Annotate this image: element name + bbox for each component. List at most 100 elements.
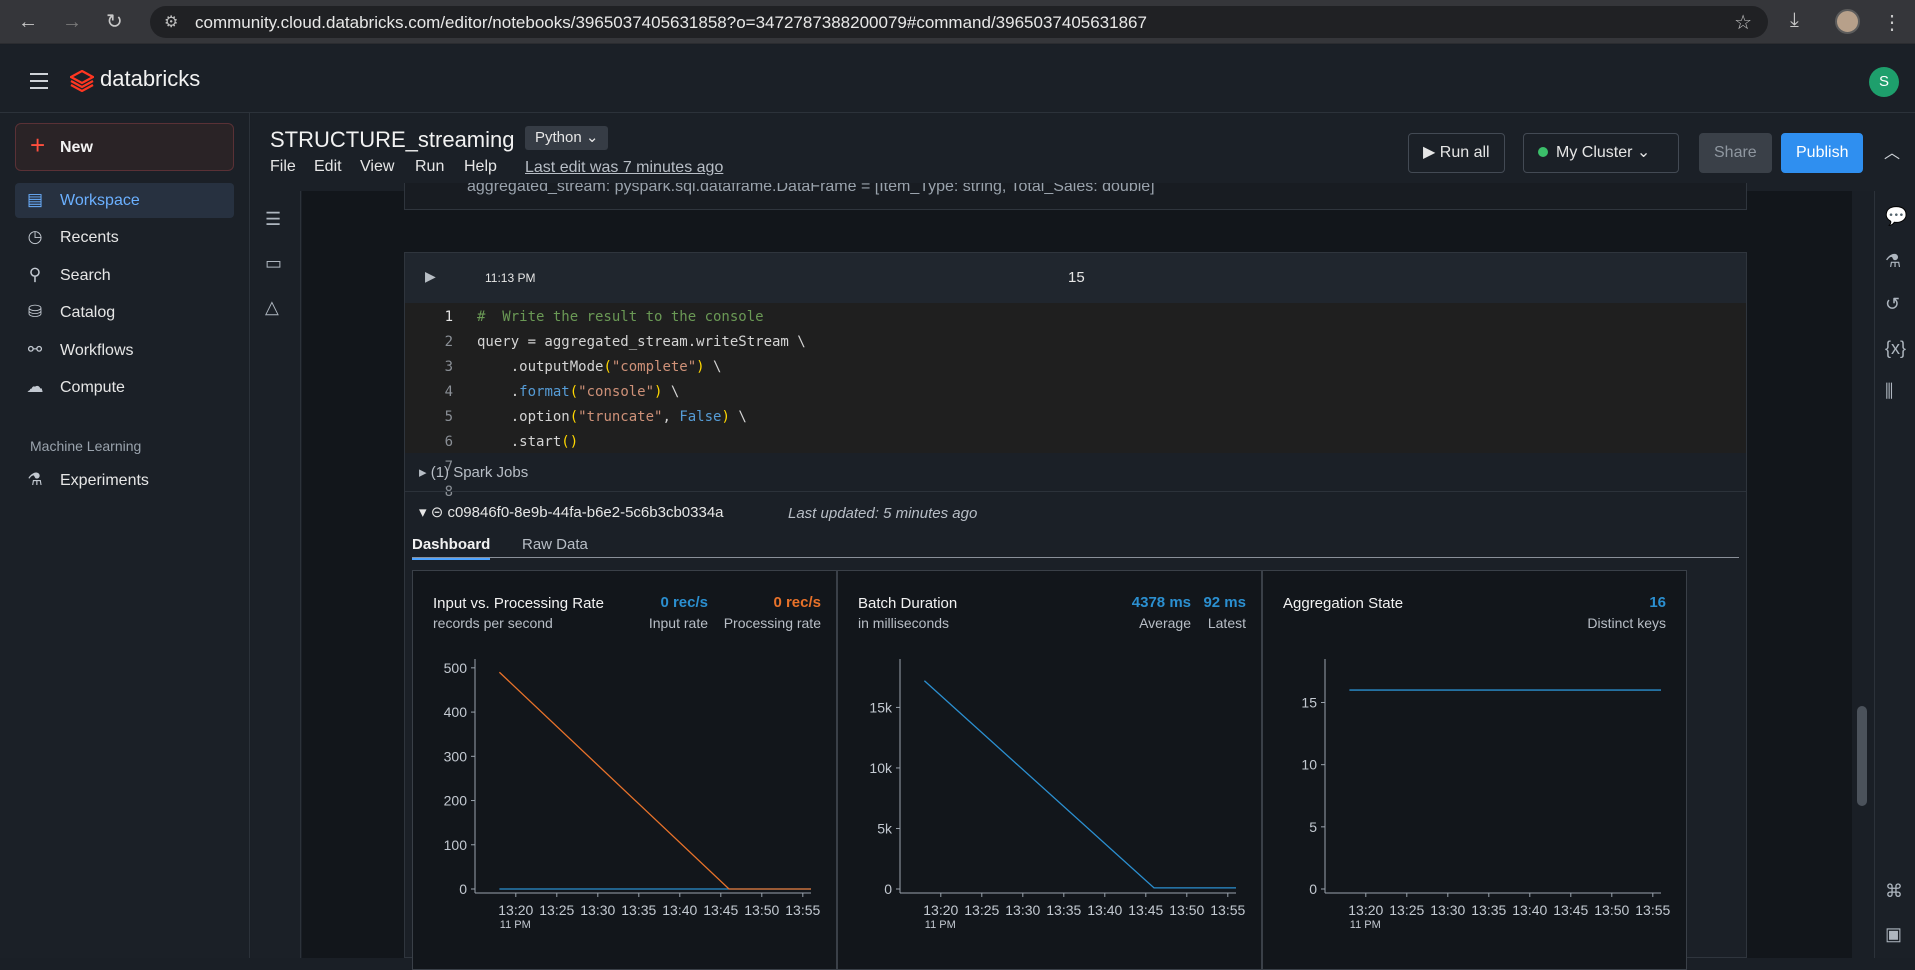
menu-file[interactable]: File <box>270 158 296 176</box>
cluster-selector[interactable]: My Cluster ⌄ <box>1523 133 1679 173</box>
input-processing-chart: 0 100 200 300 400 500 13:20 13:25 13:30 13:35 13:4… <box>444 659 821 931</box>
stream-tabs: Dashboard Raw Data <box>412 536 1739 560</box>
shapes-icon[interactable]: △ <box>265 297 279 318</box>
sidebar-item-experiments[interactable]: ⚗ Experiments <box>15 463 234 498</box>
collapse-header-icon[interactable]: ︿ <box>1884 139 1900 163</box>
address-bar[interactable]: ⚙ community.cloud.databricks.com/editor/… <box>150 6 1768 38</box>
aggregation-state-chart: 0 5 10 15 13:20 13:25 13:30 13:35 13:40 13:45 13:5… <box>1301 659 1671 931</box>
share-button[interactable]: Share <box>1699 133 1772 173</box>
experiment-flask-icon[interactable]: ⚗ <box>1885 251 1901 272</box>
run-all-label: Run all <box>1439 144 1490 161</box>
last-edit-link[interactable]: Last edit was 7 minutes ago <box>525 159 723 177</box>
forward-icon[interactable]: → <box>62 11 82 33</box>
panel-title: Aggregation State <box>1283 595 1404 612</box>
sidebar-item-compute[interactable]: ☁ Compute <box>15 370 234 405</box>
metric-label: Latest <box>1207 615 1246 631</box>
sidebar-item-label: Catalog <box>60 304 116 321</box>
metric-label: Input rate <box>648 615 708 631</box>
cluster-label: My Cluster <box>1556 144 1633 161</box>
scrollbar-thumb[interactable] <box>1857 706 1867 806</box>
stream-icon: ⊝ <box>430 504 444 521</box>
panel-title: Input vs. Processing Rate <box>433 595 604 612</box>
y-tick-label: 15 <box>1301 695 1317 711</box>
hamburger-menu-icon[interactable] <box>30 73 48 94</box>
x-tick-label: 13:35 <box>621 902 656 918</box>
metric-value: 4378 ms <box>1131 594 1191 611</box>
line-number: 4 <box>444 384 453 400</box>
query-id: c09846f0-8e9b-44fa-b6e2-5c6b3cb0334a <box>447 504 724 521</box>
menu-edit[interactable]: Edit <box>314 158 342 176</box>
catalog-icon: ⛁ <box>27 302 43 321</box>
sidebar-item-label: Recents <box>60 229 119 246</box>
history-icon[interactable]: ↺ <box>1885 294 1900 315</box>
caret-right-icon: ▸ <box>419 464 427 481</box>
spark-jobs-label: (1) Spark Jobs <box>430 464 529 481</box>
menu-run[interactable]: Run <box>415 158 444 176</box>
url-text[interactable]: community.cloud.databricks.com/editor/no… <box>195 13 1147 33</box>
sidebar-item-label: Workspace <box>60 192 140 209</box>
bookmark-star-icon[interactable]: ☆ <box>1734 10 1752 35</box>
reload-icon[interactable]: ↻ <box>106 11 123 33</box>
new-button[interactable]: + New <box>15 123 234 171</box>
x-tick-label: 13:55 <box>1635 902 1670 918</box>
x-tick-label: 13:25 <box>539 902 574 918</box>
sidebar-item-workspace[interactable]: ▤ Workspace <box>15 183 234 218</box>
y-tick-label: 300 <box>444 748 468 764</box>
x-tick-label: 13:40 <box>1087 902 1122 918</box>
divider <box>405 491 1746 492</box>
sidebar-item-recents[interactable]: ◷ Recents <box>15 220 234 255</box>
menu-help[interactable]: Help <box>464 158 497 176</box>
y-tick-label: 5 <box>1309 819 1317 835</box>
databricks-logo[interactable]: databricks <box>68 66 200 97</box>
workspace-icon: ▤ <box>26 190 44 209</box>
y-tick-label: 200 <box>444 793 468 809</box>
cell-number: 15 <box>1068 269 1085 286</box>
y-tick-label: 400 <box>444 704 468 720</box>
notebook-cell[interactable]: ▶ 11:13 PM 15 1 2 3 4 5 6 7 8 # Write th… <box>404 252 1747 970</box>
profile-avatar[interactable] <box>1835 9 1860 34</box>
variables-icon[interactable]: {x} <box>1885 338 1906 359</box>
site-info-icon[interactable]: ⚙ <box>164 12 178 32</box>
cluster-status-dot <box>1538 147 1548 157</box>
language-dropdown[interactable]: Python ⌄ <box>525 126 609 150</box>
download-icon[interactable]: ⤓ <box>1790 9 1799 32</box>
metric-label: Average <box>1139 615 1191 631</box>
publish-button[interactable]: Publish <box>1781 133 1864 173</box>
library-icon[interactable]: ⫼ <box>1885 381 1893 402</box>
brand-name: databricks <box>100 66 201 91</box>
run-cell-icon[interactable]: ▶ <box>425 268 436 285</box>
notebook-title[interactable]: STRUCTURE_streaming <box>270 127 515 153</box>
sidebar-item-label: Experiments <box>60 472 149 489</box>
table-of-contents-icon[interactable]: ☰ <box>265 209 281 230</box>
menu-view[interactable]: View <box>360 158 394 176</box>
terminal-icon[interactable]: ▣ <box>1885 924 1902 945</box>
code-editor[interactable]: 1 2 3 4 5 6 7 8 # Write the result to th… <box>405 303 1746 500</box>
sidebar: + New ▤ Workspace ◷ Recents ⚲ Search ⛁ C… <box>0 113 250 958</box>
x-tick-label: 13:20 <box>923 902 958 918</box>
metric-value: 16 <box>1649 594 1666 611</box>
caret-down-icon: ▾ <box>419 504 427 521</box>
stream-query-toggle[interactable]: ▾ ⊝ c09846f0-8e9b-44fa-b6e2-5c6b3cb0334a <box>419 503 724 521</box>
browser-menu-icon[interactable]: ⋮ <box>1882 10 1902 35</box>
comments-icon[interactable]: 💬 <box>1885 206 1907 227</box>
sidebar-item-search[interactable]: ⚲ Search <box>15 258 234 293</box>
sidebar-item-catalog[interactable]: ⛁ Catalog <box>15 295 234 330</box>
spark-jobs-toggle[interactable]: ▸ (1) Spark Jobs <box>419 463 528 481</box>
run-all-button[interactable]: ▶ Run all <box>1408 133 1505 173</box>
sidebar-item-workflows[interactable]: ⚯ Workflows <box>15 333 234 368</box>
right-rail: 💬 ⚗ ↺ {x} ⫼ ⌘ ▣ <box>1874 191 1915 958</box>
previous-cell-output: aggregated_stream: pyspark.sql.dataframe… <box>404 183 1747 210</box>
metric-label: Distinct keys <box>1587 615 1666 631</box>
x-tick-label: 13:40 <box>662 902 697 918</box>
search-icon: ⚲ <box>28 265 42 284</box>
folder-icon[interactable]: ▭ <box>265 253 282 274</box>
tab-dashboard[interactable]: Dashboard <box>412 536 491 560</box>
keyboard-shortcuts-icon[interactable]: ⌘ <box>1885 881 1903 902</box>
back-icon[interactable]: ← <box>18 11 38 33</box>
x-axis-sublabel: 11 PM <box>500 919 531 931</box>
user-avatar[interactable]: S <box>1869 67 1899 97</box>
y-tick-label: 0 <box>459 881 467 897</box>
tab-raw-data[interactable]: Raw Data <box>522 536 588 558</box>
metric-value: 0 rec/s <box>773 594 821 611</box>
vertical-scrollbar[interactable] <box>1853 191 1873 958</box>
